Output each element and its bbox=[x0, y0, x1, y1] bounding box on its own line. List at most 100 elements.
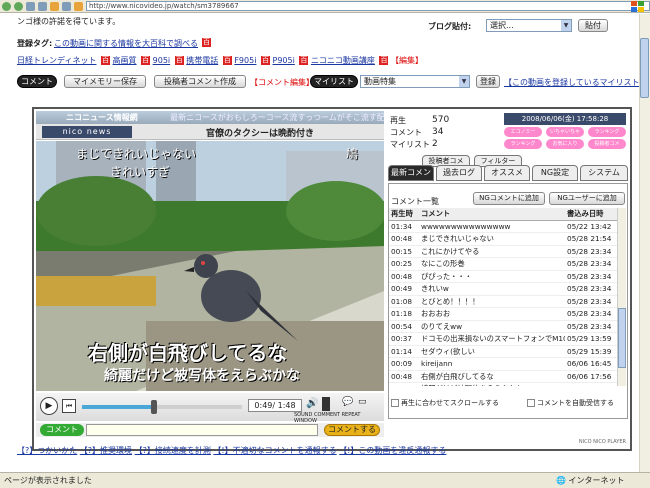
seek-start-icon[interactable]: ⏮ bbox=[62, 399, 76, 413]
tags-dic-link[interactable]: この動画に関する情報を大百科で調べる bbox=[54, 38, 198, 49]
comment-playtime: 00:09 bbox=[389, 357, 419, 371]
news-banner-title: ニコニュース情報網 bbox=[66, 113, 138, 122]
tag-edit-link[interactable]: 【編集】 bbox=[391, 56, 423, 65]
tag-link[interactable]: 携帯電話 bbox=[186, 56, 218, 65]
tab-past-log[interactable]: 過去ログ bbox=[436, 165, 482, 181]
tab-system[interactable]: システム bbox=[580, 165, 628, 181]
ng-comment-button[interactable]: NGコメントに追加 bbox=[473, 192, 545, 205]
comment-edit-link[interactable]: 【コメント編集】 bbox=[250, 77, 314, 88]
dic-icon[interactable]: 百 bbox=[202, 38, 211, 47]
auto-receive-checkbox[interactable] bbox=[527, 399, 535, 407]
col-datetime[interactable]: 書込み日時 bbox=[565, 208, 617, 221]
tag-link[interactable]: F905i bbox=[234, 56, 256, 65]
comment-row[interactable]: 01:34 wwwwwwwwwwwwwww 05/22 13:42 bbox=[389, 220, 617, 233]
dic-icon[interactable]: 百 bbox=[101, 56, 110, 65]
comment-mode-button[interactable]: コメント bbox=[40, 424, 84, 436]
comment-row[interactable]: 00:09 kireijann 06/06 16:45 bbox=[389, 357, 617, 371]
auto-receive-option[interactable]: コメントを自動受信する bbox=[527, 398, 614, 408]
stat-button[interactable]: お気に入り bbox=[546, 139, 584, 149]
comment-row[interactable]: 00:15 これにかけてやる 05/28 23:34 bbox=[389, 245, 617, 258]
search-icon[interactable] bbox=[62, 1, 71, 11]
footer-link[interactable]: 【?】接続速度を計測 bbox=[135, 446, 211, 455]
dic-icon[interactable]: 百 bbox=[222, 56, 232, 65]
stat-button[interactable]: ランキング bbox=[588, 127, 626, 137]
footer-link[interactable]: 【!】不適切なコメントを通報する bbox=[213, 446, 336, 455]
stat-button[interactable]: いちゃいちゃ bbox=[546, 127, 584, 137]
comment-row[interactable]: 00:48綺麗だけど被写体をえらぶかな06/06 17:57 bbox=[389, 382, 617, 386]
play-icon[interactable]: ▶ bbox=[40, 397, 58, 415]
comment-row[interactable]: 00:49 きれいw 05/28 23:34 bbox=[389, 282, 617, 296]
comment-row[interactable]: 01:08 とびとめ！！！！ 05/28 23:34 bbox=[389, 295, 617, 308]
comment-input[interactable] bbox=[86, 424, 318, 436]
comment-row[interactable]: 01:14 セダウィ(欲しい 05/29 15:39 bbox=[389, 345, 617, 358]
comment-datetime: 05/29 13:59 bbox=[565, 332, 617, 346]
tag-link[interactable]: P905i bbox=[273, 56, 295, 65]
col-comment[interactable]: コメント bbox=[419, 208, 565, 221]
comment-row[interactable]: 01:18 おおおお 05/28 23:34 bbox=[389, 307, 617, 321]
stop-icon[interactable] bbox=[26, 1, 35, 11]
blog-paste-button[interactable]: 貼付 bbox=[578, 19, 608, 32]
mylist-select[interactable]: 動画特集 bbox=[360, 75, 470, 88]
comment-row[interactable]: 00:54 のりてえww 05/28 23:34 bbox=[389, 320, 617, 333]
comment-scroll-thumb[interactable] bbox=[618, 308, 626, 368]
footer-link[interactable]: 【!】この動画を違反通報する bbox=[339, 446, 446, 455]
comment-row[interactable]: 00:48 右側が白飛びしてるな 06/06 17:56 bbox=[389, 370, 617, 383]
dic-icon[interactable]: 百 bbox=[260, 56, 270, 65]
tab-recommend[interactable]: オススメ bbox=[484, 165, 530, 181]
auto-receive-label: コメントを自動受信する bbox=[537, 399, 614, 407]
tag-link[interactable]: 905i bbox=[153, 56, 171, 65]
blog-select[interactable]: 選択... bbox=[486, 19, 572, 32]
speaker-icon[interactable]: 🔊 bbox=[306, 398, 318, 409]
page-scrollbar[interactable] bbox=[639, 14, 650, 472]
stat-button[interactable]: ランキング bbox=[504, 139, 542, 149]
tag-link[interactable]: 日経トレンディネット bbox=[17, 56, 96, 65]
comment-row[interactable]: 00:37 ドコモの出来損ないのスマートフォンでM10X 05/29 13:59 bbox=[389, 332, 617, 346]
refresh-icon[interactable] bbox=[38, 1, 47, 11]
footer-link[interactable]: 【?】つかいかた bbox=[17, 446, 77, 455]
mylist-link[interactable]: 【この動画を登録しているマイリスト】 bbox=[504, 77, 647, 88]
volume-slider[interactable] bbox=[322, 397, 330, 411]
comment-row[interactable]: 00:25 なにこの形巻 05/28 23:34 bbox=[389, 257, 617, 271]
favorites-icon[interactable] bbox=[74, 1, 83, 11]
col-playtime[interactable]: 再生時 bbox=[389, 208, 419, 221]
home-icon[interactable] bbox=[50, 1, 59, 11]
address-bar[interactable]: http://www.nicovideo.jp/watch/sm3789667 bbox=[86, 1, 650, 11]
ng-user-button[interactable]: NGユーザーに追加 bbox=[549, 192, 625, 205]
send-comment-button[interactable]: コメントする bbox=[324, 424, 380, 436]
comment-row[interactable]: 00:48 ぴぴった・・・ 05/28 23:34 bbox=[389, 270, 617, 283]
mylist-register-button[interactable]: 登録 bbox=[476, 75, 500, 88]
tag-link[interactable]: ニコニコ動画講座 bbox=[311, 56, 375, 65]
comment-toggle-icon[interactable]: 💬 bbox=[342, 397, 353, 407]
scroll-sync-option[interactable]: 再生に合わせてスクロールする bbox=[391, 398, 499, 408]
window-icon[interactable]: ▭ bbox=[358, 397, 367, 407]
seek-bar[interactable] bbox=[82, 400, 242, 414]
page-scroll-thumb[interactable] bbox=[640, 38, 649, 98]
footer-link[interactable]: 【?】推奨環境 bbox=[80, 446, 132, 455]
comment-scrollbar[interactable] bbox=[617, 208, 626, 386]
video-area[interactable]: まじできれいじゃない きれいすぎ 鳩 右側が白飛びしてるな 綺麗だけど被写体をえ… bbox=[36, 141, 384, 391]
tab-ng-settings[interactable]: NG設定 bbox=[532, 165, 578, 181]
tag-link[interactable]: 高画質 bbox=[113, 56, 137, 65]
mylist-button[interactable]: マイリスト bbox=[310, 75, 358, 88]
comment-row[interactable]: 00:48 まじできれいじゃない 05/28 21:54 bbox=[389, 232, 617, 246]
stat-button[interactable]: 投稿者コメ bbox=[588, 139, 626, 149]
mylist-label: マイリスト bbox=[390, 140, 430, 149]
dic-icon[interactable]: 百 bbox=[299, 56, 309, 65]
dic-icon[interactable]: 百 bbox=[174, 56, 184, 65]
overlay-comment-large: 右側が白飛びしてるな bbox=[88, 341, 288, 365]
owner-comment-button[interactable]: 投稿者コメント作成 bbox=[154, 75, 246, 88]
comment-toggle-button[interactable]: コメント bbox=[17, 75, 57, 88]
tab-latest-comments[interactable]: 最新コメント bbox=[388, 165, 434, 191]
dic-icon[interactable]: 百 bbox=[141, 56, 151, 65]
stat-button[interactable]: エコノミー bbox=[504, 127, 542, 137]
news-headline[interactable]: 官僚のタクシーは晩酌付き bbox=[206, 126, 314, 139]
seek-handle[interactable] bbox=[151, 400, 157, 414]
status-text: ページが表示されました bbox=[4, 476, 92, 485]
back-icon[interactable] bbox=[2, 1, 11, 11]
memory-save-button[interactable]: マイメモリー保存 bbox=[64, 75, 146, 88]
seek-progress bbox=[82, 405, 154, 409]
overlay-comment: まじできれいじゃない bbox=[76, 147, 197, 161]
scroll-sync-checkbox[interactable] bbox=[391, 399, 399, 407]
forward-icon[interactable] bbox=[14, 1, 23, 11]
dic-icon[interactable]: 百 bbox=[379, 56, 389, 65]
